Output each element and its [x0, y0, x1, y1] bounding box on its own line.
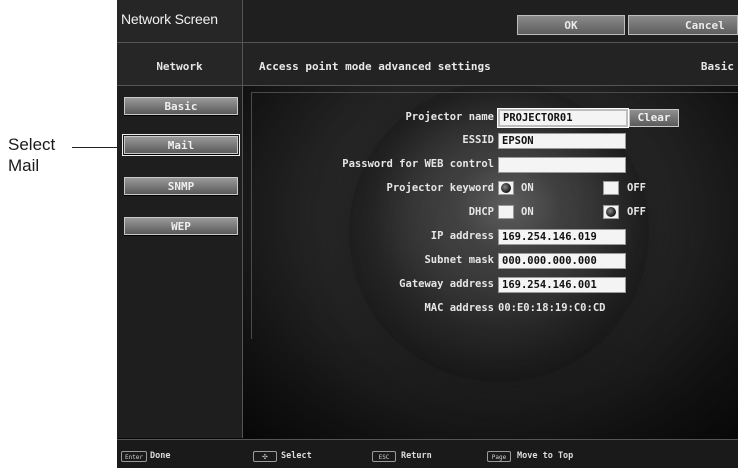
projector-keyword-label: Projector keyword — [386, 182, 494, 194]
projector-name-label: Projector name — [405, 111, 494, 123]
cancel-button[interactable]: Cancel — [628, 15, 738, 35]
title-bar: Network Screen OK Cancel — [117, 0, 738, 43]
esc-key-icon: ESC — [372, 451, 396, 462]
web-password-input[interactable] — [498, 157, 626, 173]
gateway-address-input[interactable]: 169.254.146.001 — [498, 277, 626, 293]
footer-select-label: Select — [281, 451, 312, 461]
subnet-mask-input[interactable]: 000.000.000.000 — [498, 253, 626, 269]
content-heading: Access point mode advanced settings — [259, 60, 491, 73]
dhcp-off-radio[interactable] — [603, 205, 619, 219]
field-row-ip-address: IP address 169.254.146.019 — [117, 229, 738, 245]
dhcp-on-label: ON — [521, 206, 534, 218]
clear-button[interactable]: Clear — [629, 109, 679, 127]
projector-screen: Network Screen OK Cancel Network Basic M… — [117, 0, 738, 468]
footer-move-to-top-label: Move to Top — [517, 451, 574, 461]
field-row-web-password: Password for WEB control — [117, 157, 738, 173]
field-row-mac-address: MAC address 00:E0:18:19:C0:CD — [117, 301, 738, 317]
field-row-gateway-address: Gateway address 169.254.146.001 — [117, 277, 738, 293]
arrows-key-icon: ✣ — [253, 451, 277, 462]
mac-address-label: MAC address — [424, 302, 494, 314]
callout-annotation: Select Mail — [8, 134, 88, 176]
enter-key-icon: Enter — [121, 451, 147, 462]
content-breadcrumb-tab: Basic — [700, 60, 734, 73]
field-row-projector-name: Projector name PROJECTOR01 Clear — [117, 108, 738, 128]
projector-name-input[interactable]: PROJECTOR01 — [497, 108, 629, 128]
page-key-icon: Page — [487, 451, 511, 462]
keyword-off-label: OFF — [627, 182, 646, 194]
ok-button[interactable]: OK — [517, 15, 625, 35]
title-panel: Network Screen — [117, 0, 243, 43]
keyword-off-radio[interactable] — [603, 181, 619, 195]
callout-line2: Mail — [8, 156, 40, 175]
essid-label: ESSID — [462, 134, 494, 146]
ip-address-label: IP address — [430, 230, 494, 242]
keyword-on-label: ON — [521, 182, 534, 194]
web-password-label: Password for WEB control — [342, 158, 494, 170]
essid-input[interactable]: EPSON — [498, 133, 626, 149]
callout-line1: Select — [8, 135, 56, 154]
subnet-mask-label: Subnet mask — [424, 254, 494, 266]
field-row-essid: ESSID EPSON — [117, 133, 738, 149]
callout-leader-line — [72, 147, 123, 148]
field-row-subnet-mask: Subnet mask 000.000.000.000 — [117, 253, 738, 269]
sidebar-header: Network — [117, 43, 242, 86]
footer-return-label: Return — [401, 451, 432, 461]
footer-done-label: Done — [150, 451, 171, 461]
dhcp-off-label: OFF — [627, 206, 646, 218]
gateway-address-label: Gateway address — [399, 278, 494, 290]
mac-address-value: 00:E0:18:19:C0:CD — [498, 302, 606, 314]
dhcp-label: DHCP — [468, 206, 494, 218]
screen-title: Network Screen — [121, 11, 218, 27]
dhcp-on-radio[interactable] — [498, 205, 514, 219]
field-row-projector-keyword: Projector keyword ON OFF — [117, 181, 738, 197]
footer-help-bar: Enter Done ✣ Select ESC Return Page Move… — [117, 439, 738, 468]
field-row-dhcp: DHCP ON OFF — [117, 205, 738, 221]
ip-address-input[interactable]: 169.254.146.019 — [498, 229, 626, 245]
content-header: Access point mode advanced settings Basi… — [243, 43, 738, 86]
sidebar-heading: Network — [156, 60, 203, 73]
keyword-on-radio[interactable] — [498, 181, 514, 195]
